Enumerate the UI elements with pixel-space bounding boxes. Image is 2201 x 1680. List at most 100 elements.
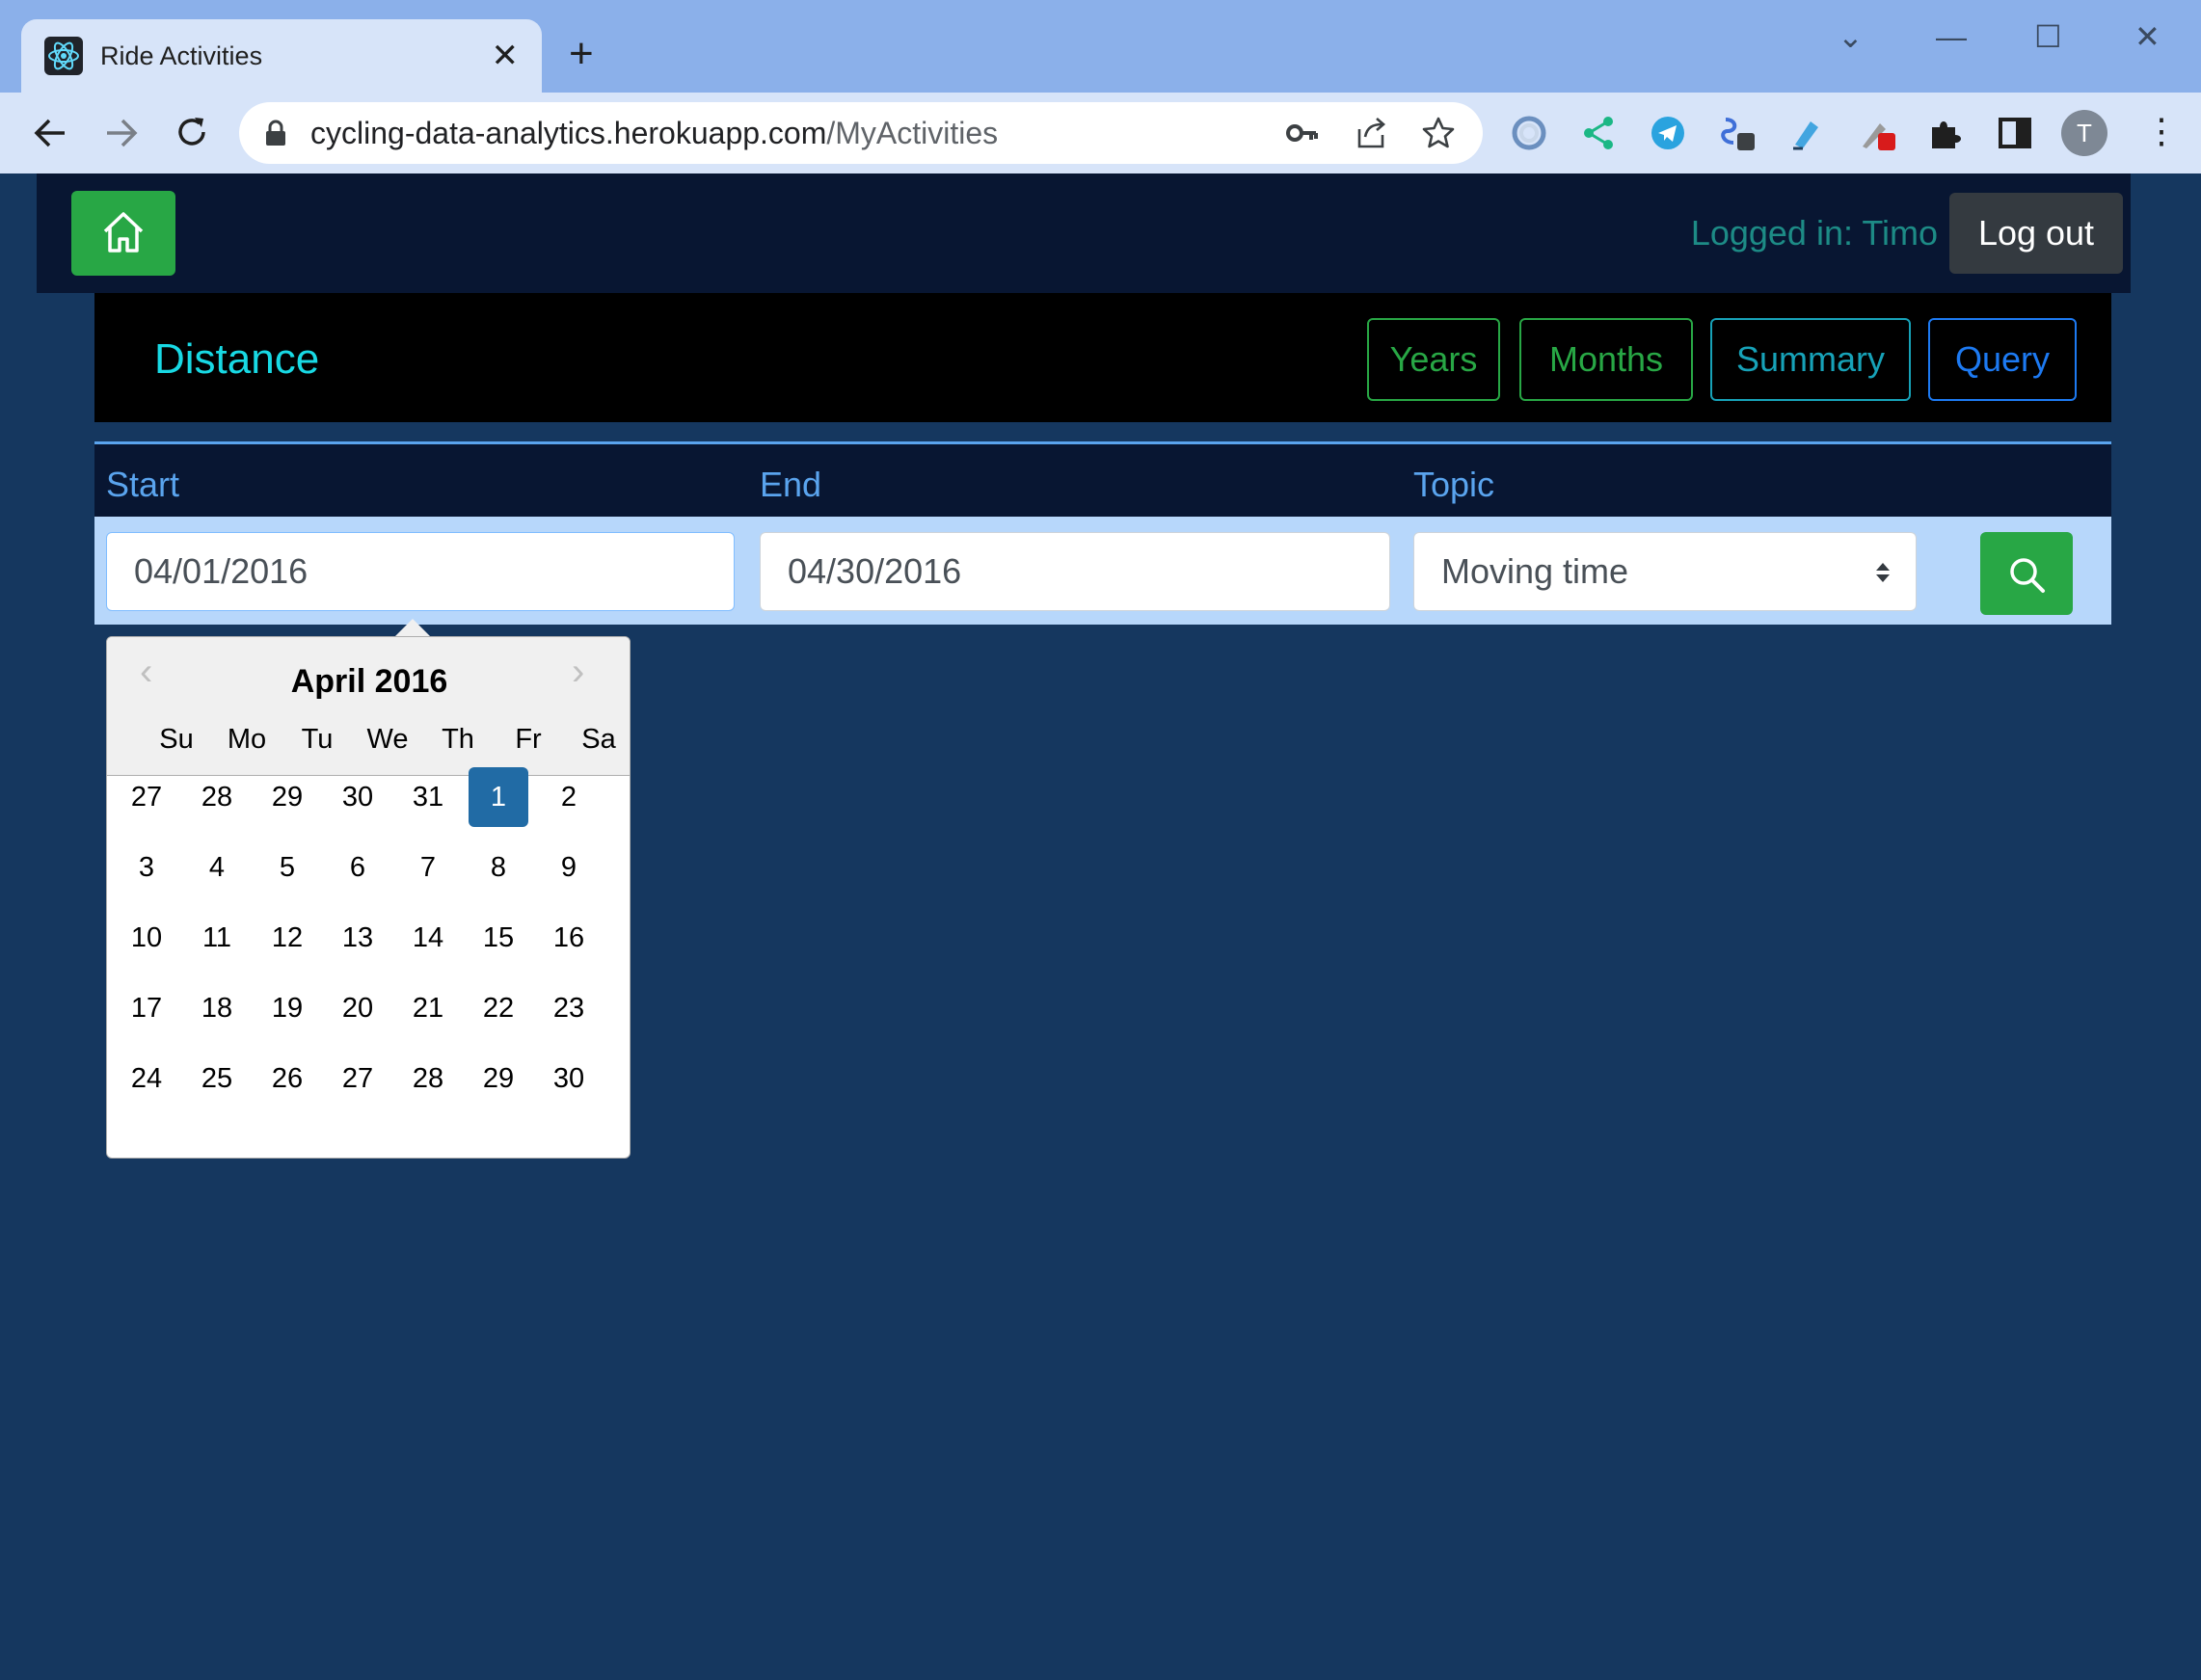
topic-select-value: Moving time — [1441, 551, 1629, 591]
calendar-day[interactable]: 2 — [539, 767, 599, 827]
star-icon[interactable] — [1421, 116, 1456, 150]
query-form-header: Start End Topic — [94, 441, 2111, 517]
page-header: Distance Years Months Summary Query — [94, 293, 2111, 422]
calendar-day[interactable]: 3 — [117, 838, 176, 897]
weekday-label: We — [366, 724, 409, 755]
eyedropper-icon[interactable] — [1857, 114, 1895, 152]
calendar-day[interactable]: 13 — [328, 908, 388, 968]
telegram-icon[interactable] — [1649, 114, 1687, 152]
calendar-day[interactable]: 14 — [398, 908, 458, 968]
years-button[interactable]: Years — [1367, 318, 1500, 401]
logout-button[interactable]: Log out — [1949, 193, 2123, 274]
logged-in-status: Logged in: Timo — [1690, 213, 1938, 253]
weekday-label: Tu — [301, 724, 334, 755]
forward-icon[interactable] — [104, 116, 139, 150]
calendar-day[interactable]: 28 — [187, 767, 247, 827]
link-extension-icon[interactable] — [1718, 114, 1757, 152]
months-button[interactable]: Months — [1519, 318, 1693, 401]
share-extension-icon[interactable] — [1579, 114, 1618, 152]
highlighter-icon[interactable] — [1787, 114, 1826, 152]
extension-spinner-icon[interactable] — [1510, 114, 1548, 152]
calendar-day[interactable]: 18 — [187, 978, 247, 1038]
calendar-day[interactable]: 23 — [539, 978, 599, 1038]
select-arrows-icon — [1876, 563, 1890, 582]
url-path: /MyActivities — [826, 116, 999, 150]
summary-button[interactable]: Summary — [1710, 318, 1911, 401]
calendar-day[interactable]: 15 — [469, 908, 528, 968]
query-form-row: 04/01/2016 04/30/2016 Moving time — [94, 517, 2111, 625]
search-button[interactable] — [1980, 532, 2073, 615]
browser-tab[interactable]: Ride Activities ✕ — [21, 19, 542, 96]
datepicker-caret — [395, 619, 430, 636]
end-date-input[interactable]: 04/30/2016 — [760, 532, 1390, 611]
calendar-day[interactable]: 25 — [187, 1049, 247, 1108]
maximize-icon[interactable]: ☐ — [2034, 17, 2062, 56]
key-icon[interactable] — [1284, 116, 1319, 150]
calendar-day[interactable]: 31 — [398, 767, 458, 827]
side-panel-icon[interactable] — [1996, 114, 2034, 152]
page-title: Distance — [154, 335, 320, 383]
share-icon[interactable] — [1354, 116, 1388, 150]
start-label: Start — [106, 465, 180, 504]
datepicker-header: ‹ › April 2016 Su Mo Tu We Th Fr Sa — [107, 637, 630, 776]
lock-icon[interactable] — [264, 120, 287, 147]
query-button[interactable]: Query — [1928, 318, 2077, 401]
tab-search-icon[interactable]: ⌄ — [1838, 17, 1864, 56]
weekday-label: Mo — [227, 724, 267, 755]
search-icon — [2010, 558, 2045, 593]
close-window-icon[interactable]: ✕ — [2134, 17, 2161, 56]
address-bar[interactable]: cycling-data-analytics.herokuapp.com/MyA… — [239, 102, 1483, 164]
calendar-day[interactable]: 27 — [117, 767, 176, 827]
calendar-day[interactable]: 21 — [398, 978, 458, 1038]
calendar-day[interactable]: 12 — [257, 908, 317, 968]
url-text[interactable]: cycling-data-analytics.herokuapp.com/MyA… — [310, 115, 998, 151]
weekday-label: Sa — [581, 724, 616, 755]
end-label: End — [760, 465, 822, 504]
app-navbar: Logged in: Timo Log out — [37, 173, 2131, 293]
calendar-day[interactable]: 28 — [398, 1049, 458, 1108]
home-icon — [103, 212, 144, 253]
calendar-day[interactable]: 4 — [187, 838, 247, 897]
calendar-day[interactable]: 7 — [398, 838, 458, 897]
calendar-day[interactable]: 8 — [469, 838, 528, 897]
browser-tab-strip: Ride Activities ✕ + ⌄ — ☐ ✕ — [0, 0, 2201, 96]
back-icon[interactable] — [33, 116, 67, 150]
url-host: cycling-data-analytics.herokuapp.com — [310, 116, 827, 150]
reload-icon[interactable] — [174, 114, 210, 150]
datepicker: ‹ › April 2016 Su Mo Tu We Th Fr Sa 27 28… — [106, 636, 631, 1159]
calendar-day[interactable]: 11 — [187, 908, 247, 968]
weekday-label: Fr — [515, 724, 542, 755]
calendar-day-selected[interactable]: 1 — [469, 767, 528, 827]
calendar-day[interactable]: 6 — [328, 838, 388, 897]
react-logo-icon — [44, 37, 83, 75]
weekday-label: Th — [442, 724, 474, 755]
weekday-label: Su — [159, 724, 194, 755]
new-tab-button[interactable]: + — [569, 33, 594, 75]
calendar-day[interactable]: 30 — [328, 767, 388, 827]
calendar-day[interactable]: 29 — [469, 1049, 528, 1108]
calendar-day[interactable]: 26 — [257, 1049, 317, 1108]
calendar-day[interactable]: 17 — [117, 978, 176, 1038]
minimize-icon[interactable]: — — [1936, 17, 1967, 56]
close-tab-icon[interactable]: ✕ — [492, 37, 520, 75]
extensions-icon[interactable] — [1926, 114, 1965, 152]
calendar-day[interactable]: 16 — [539, 908, 599, 968]
calendar-day[interactable]: 29 — [257, 767, 317, 827]
calendar-day[interactable]: 27 — [328, 1049, 388, 1108]
calendar-day[interactable]: 30 — [539, 1049, 599, 1108]
calendar-day[interactable]: 24 — [117, 1049, 176, 1108]
tab-title: Ride Activities — [100, 41, 263, 70]
start-date-input[interactable]: 04/01/2016 — [106, 532, 735, 611]
topic-label: Topic — [1413, 465, 1495, 504]
calendar-day[interactable]: 19 — [257, 978, 317, 1038]
calendar-day[interactable]: 20 — [328, 978, 388, 1038]
calendar-day[interactable]: 22 — [469, 978, 528, 1038]
calendar-day[interactable]: 10 — [117, 908, 176, 968]
calendar-day[interactable]: 9 — [539, 838, 599, 897]
menu-icon[interactable]: ⋮ — [2144, 112, 2179, 150]
profile-avatar[interactable]: T — [2061, 110, 2107, 156]
home-button[interactable] — [71, 191, 175, 276]
calendar-day[interactable]: 5 — [257, 838, 317, 897]
datepicker-month-title: April 2016 — [290, 663, 448, 700]
topic-select[interactable]: Moving time — [1413, 532, 1917, 611]
